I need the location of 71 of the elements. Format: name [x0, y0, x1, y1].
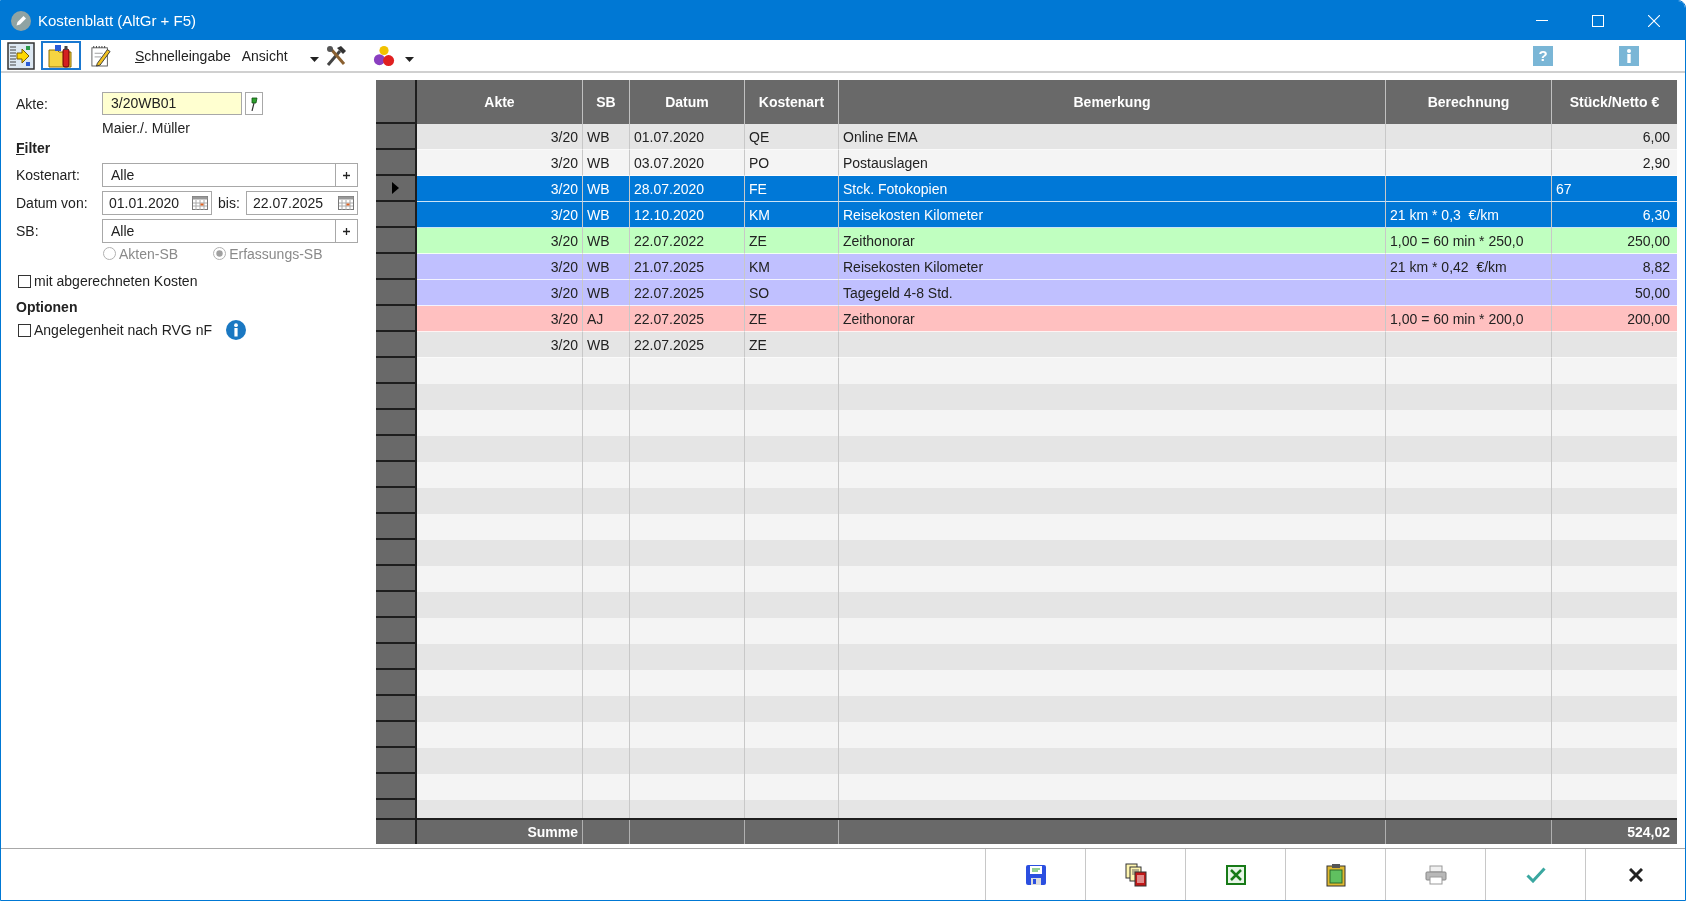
copy-pages-icon	[1124, 862, 1147, 887]
row-header[interactable]	[376, 254, 417, 280]
menu-item[interactable]: Ansicht	[239, 47, 290, 64]
table-row[interactable]: 3/20 WB 12.10.2020 KM Reisekosten Kilometer 21 km * 0,3 €/km 6,30	[376, 202, 1677, 228]
clipboard-icon	[1325, 862, 1346, 887]
pushpin-icon	[250, 96, 258, 111]
checkbox[interactable]: Angelegenheit nach RVG nF	[18, 322, 212, 338]
field-label: SB:	[16, 223, 39, 239]
tools-button[interactable]	[324, 45, 347, 66]
dropdown-field[interactable]: Alle	[102, 163, 358, 187]
close-icon	[1628, 867, 1643, 882]
date-field[interactable]: 22.07.2025	[246, 191, 358, 215]
crossed-tools-icon	[324, 45, 347, 66]
circles-icon	[372, 44, 395, 67]
sum-label: Summe	[417, 820, 583, 844]
file-number-field[interactable]: 3/20WB01	[102, 92, 242, 115]
notepad-pencil-icon	[91, 44, 111, 67]
row-header[interactable]	[376, 176, 417, 202]
info-icon	[1619, 45, 1639, 66]
checkbox[interactable]: mit abgerechneten Kosten	[18, 273, 198, 289]
sum-total: 524,02	[1626, 823, 1671, 842]
row-header[interactable]	[376, 306, 417, 332]
field-label: Kostenart:	[16, 167, 80, 183]
plus-icon	[343, 227, 350, 235]
row-header[interactable]	[376, 202, 417, 228]
dropdown-button[interactable]	[309, 57, 319, 62]
calendar-icon	[338, 196, 354, 210]
table-row[interactable]: 3/20 WB 22.07.2022 ZE Zeithonorar 1,00 = 60 min * 250,0 250,00	[376, 228, 1677, 254]
minimize-icon	[1536, 20, 1548, 21]
circles-button[interactable]	[372, 44, 395, 67]
field-label: bis:	[218, 195, 240, 211]
folder-tools-icon	[48, 43, 74, 68]
plus-icon	[343, 171, 350, 179]
checkmark-icon	[1525, 866, 1546, 883]
section-heading: Filter	[16, 140, 51, 156]
table-row[interactable]: 3/20 WB 03.07.2020 PO Postauslagen 2,90	[376, 150, 1677, 176]
table-row[interactable]: 3/20 AJ 22.07.2025 ZE Zeithonorar 1,00 = 60 min * 200,0 200,00	[376, 306, 1677, 332]
field-label: Datum von:	[16, 195, 88, 211]
close-icon	[1648, 14, 1660, 27]
menu-item[interactable]: Schnelleingabe	[133, 47, 233, 64]
table-row[interactable]: 3/20 WB 22.07.2025 ZE	[376, 332, 1677, 358]
caret-icon	[309, 57, 319, 62]
calendar-icon	[192, 196, 208, 210]
date-field[interactable]: 01.01.2020	[102, 191, 212, 215]
dropdown-button[interactable]	[404, 57, 414, 62]
section-heading: Optionen	[16, 299, 78, 315]
toolbar-button[interactable]	[41, 41, 81, 70]
row-header[interactable]	[376, 228, 417, 254]
toolbar-button[interactable]	[5, 41, 37, 70]
caret-icon	[404, 57, 414, 62]
row-header[interactable]	[376, 150, 417, 176]
pin-button[interactable]	[245, 92, 263, 115]
table-row[interactable]: 3/20 WB 01.07.2020 QE Online EMA 6,00	[376, 124, 1677, 150]
column-header[interactable]: Stück/Netto €	[1552, 80, 1677, 124]
maximize-icon	[1592, 14, 1604, 27]
field-label: Akte:	[16, 95, 48, 112]
info-button[interactable]	[1619, 45, 1639, 66]
dropdown-field[interactable]: Alle	[102, 219, 358, 243]
table-row[interactable]: 3/20 WB 22.07.2025 SO Tagegeld 4-8 Std. 50,00	[376, 280, 1677, 306]
window-title: Kostenblatt (AltGr + F5)	[38, 12, 196, 29]
parties-text: Maier./. Müller	[102, 120, 190, 136]
pencil-icon	[11, 10, 31, 31]
row-header[interactable]	[376, 124, 417, 150]
printer-icon	[1424, 864, 1447, 885]
spreadsheet-icon	[1225, 864, 1246, 885]
row-header[interactable]	[376, 332, 417, 358]
table-row[interactable]: 3/20 WB 21.07.2025 KM Reisekosten Kilometer 21 km * 0,42 €/km 8,82	[376, 254, 1677, 280]
row-header[interactable]	[376, 280, 417, 306]
current-row-icon	[392, 182, 399, 194]
info-icon[interactable]	[226, 320, 246, 340]
table-row[interactable]: 3/20 WB 28.07.2020 FE Stck. Fotokopien 67	[376, 176, 1677, 202]
